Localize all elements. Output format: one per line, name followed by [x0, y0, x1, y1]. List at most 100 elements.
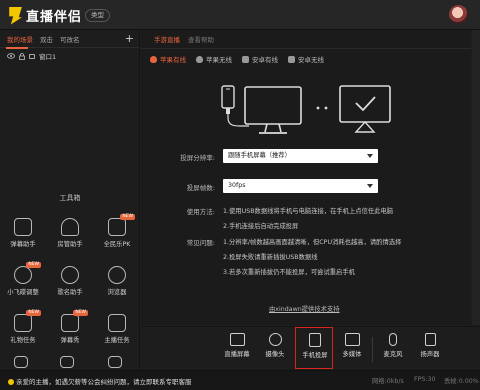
tool-gift-task[interactable]: NEW 礼物任务: [1, 310, 45, 344]
android-icon: [288, 55, 295, 63]
faq-label: 常见问题:: [186, 239, 215, 247]
tool-label: 全民乐PK: [103, 241, 131, 248]
tool-song-name[interactable]: 歌名助手: [48, 266, 92, 296]
resolution-value: 跟随手机屏幕（推荐）: [228, 152, 291, 159]
tab-rename[interactable]: 可改名: [60, 34, 80, 44]
app-name: 直播伴侣: [26, 10, 83, 25]
multimedia-button[interactable]: 多媒体: [335, 333, 369, 358]
resolution-select[interactable]: 跟随手机屏幕（推荐）: [223, 149, 378, 163]
ufo-icon: NEW: [14, 262, 41, 284]
room-manager-icon: [61, 218, 79, 236]
phone-cast-highlight: [295, 327, 333, 369]
scrollbar[interactable]: [472, 30, 480, 325]
toolbox-more-icon[interactable]: [14, 356, 28, 368]
notice-icon: [8, 379, 14, 385]
new-badge: NEW: [26, 262, 41, 268]
pk-icon: NEW: [108, 214, 135, 236]
add-scene-button[interactable]: +: [125, 32, 134, 45]
screen-icon: [229, 333, 245, 346]
new-badge: NEW: [26, 310, 41, 316]
avatar[interactable]: [449, 5, 468, 24]
tool-room-manager[interactable]: 房管助手: [48, 218, 92, 248]
lock-icon[interactable]: [19, 52, 25, 60]
camera-button[interactable]: 摄像头: [258, 333, 292, 358]
fps-select[interactable]: 30fps: [223, 179, 378, 193]
active-tab-underline: [6, 47, 28, 49]
usage-step-1: 1.使用USB数据线将手机与电脑连接，在手机上点信任此电脑: [223, 208, 394, 215]
connection-illustration-icon: [221, 85, 391, 134]
microphone-button[interactable]: 麦克风: [376, 333, 410, 358]
chevron-down-icon: [367, 184, 373, 188]
bottom-label: 多媒体: [342, 351, 362, 358]
tool-label: 房管助手: [57, 241, 83, 248]
tool-browser[interactable]: 浏览器: [95, 266, 139, 296]
tool-label: 主播任务: [104, 337, 130, 344]
main-tabs: 手游直播 查看帮助: [141, 30, 471, 48]
frame-loss: 丢帧:0.00%: [444, 378, 479, 385]
gift-task-icon: NEW: [14, 310, 41, 332]
apple-icon: [150, 55, 157, 63]
divider: [141, 48, 471, 49]
tool-label: 弹幕秀: [60, 337, 80, 344]
divider: [372, 337, 373, 362]
eye-icon[interactable]: [7, 53, 15, 59]
left-panel: 我的场景 双击 可改名 + 窗口1 工具箱 弹幕助手 房管助手 NEW 全民乐P…: [0, 30, 140, 370]
tab-double-click[interactable]: 双击: [40, 34, 53, 44]
anchor-task-icon: [108, 314, 126, 332]
tab-view-help[interactable]: 查看帮助: [188, 34, 214, 44]
lightning-logo-icon: [9, 6, 22, 25]
toolbox-more-icon[interactable]: [108, 356, 122, 368]
app-logo: 直播伴侣: [6, 6, 82, 25]
tool-anchor-task[interactable]: 主播任务: [95, 314, 139, 344]
apple-icon: [196, 55, 203, 63]
microphone-icon: [389, 333, 397, 346]
tab-android-wireless[interactable]: 安卓无线: [288, 54, 324, 64]
faq-item-1: 1.分辨率/帧数越高画面越清晰，但CPU消耗也越高，请酌情选择: [223, 239, 402, 246]
tool-label: 歌名助手: [57, 289, 83, 296]
play-media-icon: [344, 333, 360, 346]
tool-label: 弹幕助手: [10, 241, 36, 248]
toolbox-title: 工具箱: [59, 194, 81, 202]
tab-label: 安卓无线: [298, 56, 324, 64]
tab-android-wired[interactable]: 安卓有线: [242, 54, 278, 64]
tab-apple-wired[interactable]: 苹果有线: [150, 54, 186, 64]
usage-step-2: 2.手机连接后自动完成投屏: [223, 223, 299, 230]
tab-my-scene[interactable]: 我的场景: [7, 34, 33, 44]
toolbox-more-icon[interactable]: [60, 356, 74, 368]
bottom-label: 直播屏幕: [224, 351, 250, 358]
speaker-icon: [424, 333, 436, 346]
bottom-label: 麦克风: [383, 351, 403, 358]
fps-value: 30fps: [228, 182, 246, 189]
tab-label: 安卓有线: [252, 56, 278, 64]
speaker-button[interactable]: 扬声器: [413, 333, 447, 358]
source-item[interactable]: 窗口1: [0, 48, 139, 64]
fps-readout: FPS:30: [414, 376, 436, 383]
tool-label: 礼物任务: [10, 337, 36, 344]
bottom-label: 摄像头: [265, 351, 285, 358]
danmu-show-icon: NEW: [61, 310, 88, 332]
source-label: 窗口1: [39, 53, 57, 61]
tool-ufo[interactable]: NEW 小飞碟调整: [1, 262, 45, 296]
fps-label: 投屏帧数:: [186, 184, 215, 192]
tool-danmu-show[interactable]: NEW 弹幕秀: [48, 310, 92, 344]
song-name-icon: [61, 266, 79, 284]
faq-item-2: 2.投屏失败请重新插拔USB数据线: [223, 254, 318, 261]
tab-label: 苹果有线: [160, 56, 186, 64]
camera-icon: [268, 333, 282, 346]
tool-pk[interactable]: NEW 全民乐PK: [95, 214, 139, 248]
chevron-down-icon: [367, 154, 373, 158]
type-button[interactable]: 类型: [85, 9, 110, 22]
tab-mobile-game-live[interactable]: 手游直播: [154, 34, 180, 44]
tab-label: 苹果无线: [206, 56, 232, 64]
status-message: 亲爱的主播，如遇欠薪等公会纠纷问题，请立即联系专职客服: [8, 376, 192, 386]
new-badge: NEW: [73, 310, 88, 316]
resolution-label: 投屏分辨率:: [180, 154, 215, 162]
new-badge: NEW: [120, 214, 135, 220]
device-tabs: 苹果有线 苹果无线 安卓有线 安卓无线: [150, 54, 324, 64]
screen-live-button[interactable]: 直播屏幕: [220, 333, 254, 358]
tool-danmu-assistant[interactable]: 弹幕助手: [1, 218, 45, 248]
tech-support-link[interactable]: 由xindawn提供技术支持: [269, 304, 340, 313]
tab-apple-wireless[interactable]: 苹果无线: [196, 54, 232, 64]
usage-label: 使用方法:: [186, 208, 215, 216]
danmu-assistant-icon: [14, 218, 32, 236]
